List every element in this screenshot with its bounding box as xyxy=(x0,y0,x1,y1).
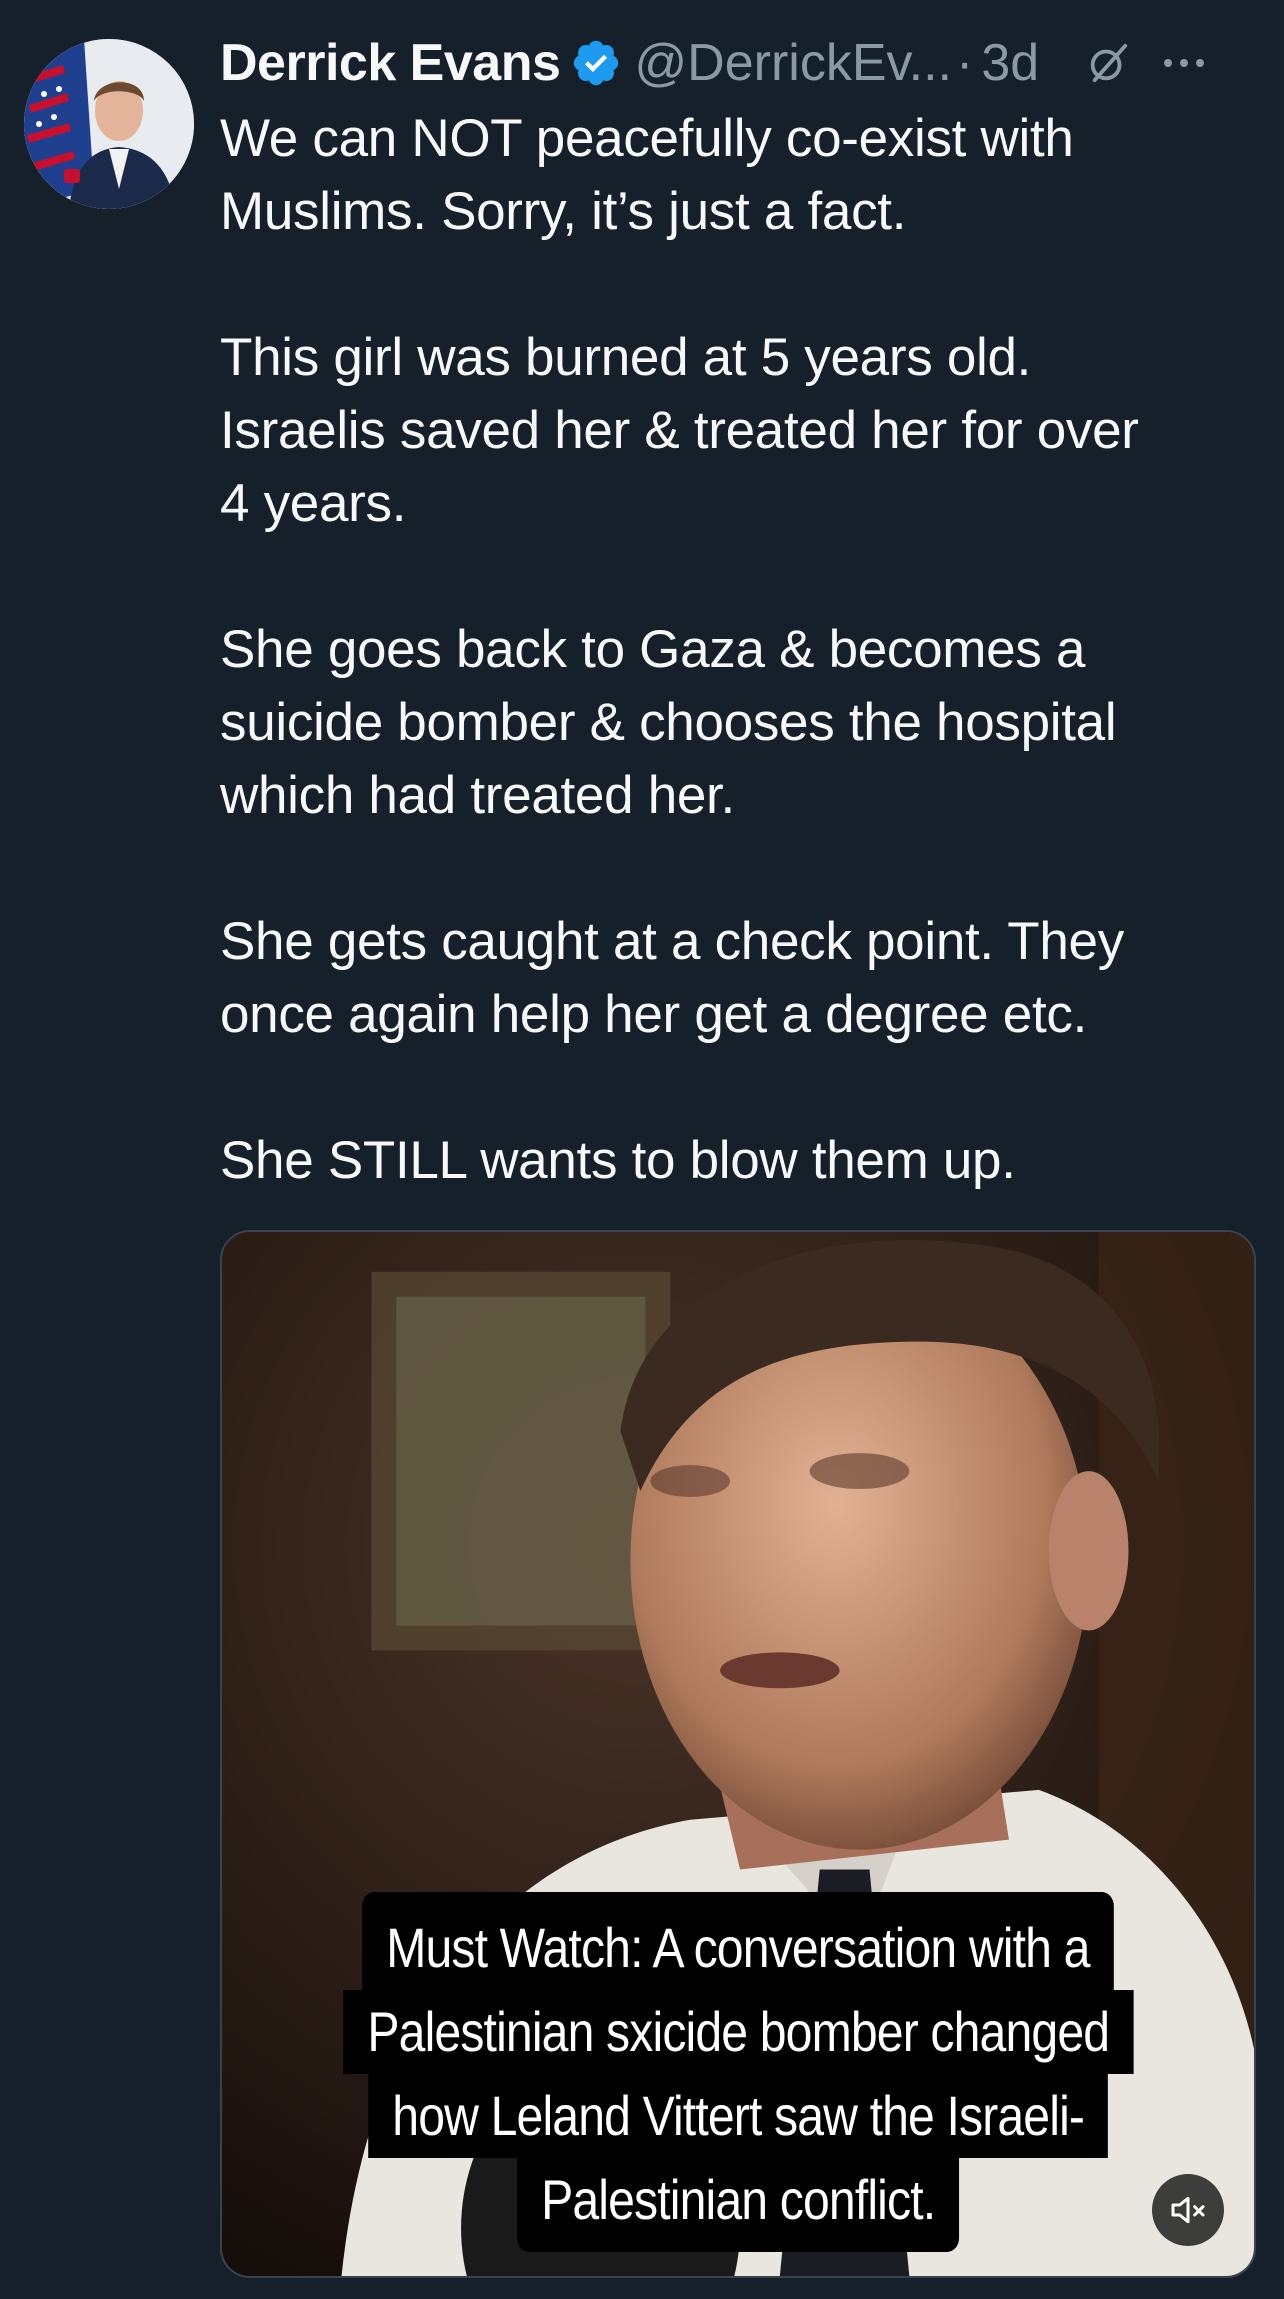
mute-button[interactable] xyxy=(1152,2174,1224,2246)
caption-line: Must Watch: A conversation with a xyxy=(362,1892,1114,1990)
grok-icon[interactable] xyxy=(1085,40,1131,86)
timestamp[interactable]: 3d xyxy=(981,33,1039,93)
video-player[interactable]: Must Watch: A conversation with a Palest… xyxy=(220,1230,1256,2278)
author-name[interactable]: Derrick Evans xyxy=(220,33,561,93)
tweet-paragraph: She goes back to Gaza & becomes a suicid… xyxy=(220,620,1117,825)
tweet-paragraph: This girl was burned at 5 years old. Isr… xyxy=(220,328,1139,533)
verified-badge-icon xyxy=(574,40,619,86)
tweet-paragraph: She STILL wants to blow them up. xyxy=(220,1131,1016,1190)
caption-line: Palestinian sxicide bomber changed xyxy=(343,1990,1133,2074)
separator-dot: · xyxy=(956,34,974,92)
caption-line: Palestinian conflict. xyxy=(516,2158,960,2252)
video-caption: Must Watch: A conversation with a Palest… xyxy=(222,1892,1254,2252)
avatar-image xyxy=(24,39,194,209)
avatar[interactable] xyxy=(24,39,194,209)
more-icon[interactable] xyxy=(1159,53,1209,73)
tweet-paragraph: She gets caught at a check point. They o… xyxy=(220,912,1124,1044)
tweet-paragraph: We can NOT peacefully co-exist with Musl… xyxy=(220,109,1074,241)
muted-speaker-icon xyxy=(1171,2196,1205,2224)
tweet[interactable]: Derrick Evans @DerrickEv... · 3d We can … xyxy=(0,0,1284,2299)
caption-line: how Leland Vittert saw the Israeli- xyxy=(368,2074,1108,2158)
author-handle[interactable]: @DerrickEv... xyxy=(634,33,952,93)
tweet-text: We can NOT peacefully co-exist with Musl… xyxy=(220,102,1260,1197)
tweet-header: Derrick Evans @DerrickEv... · 3d xyxy=(220,28,1264,98)
